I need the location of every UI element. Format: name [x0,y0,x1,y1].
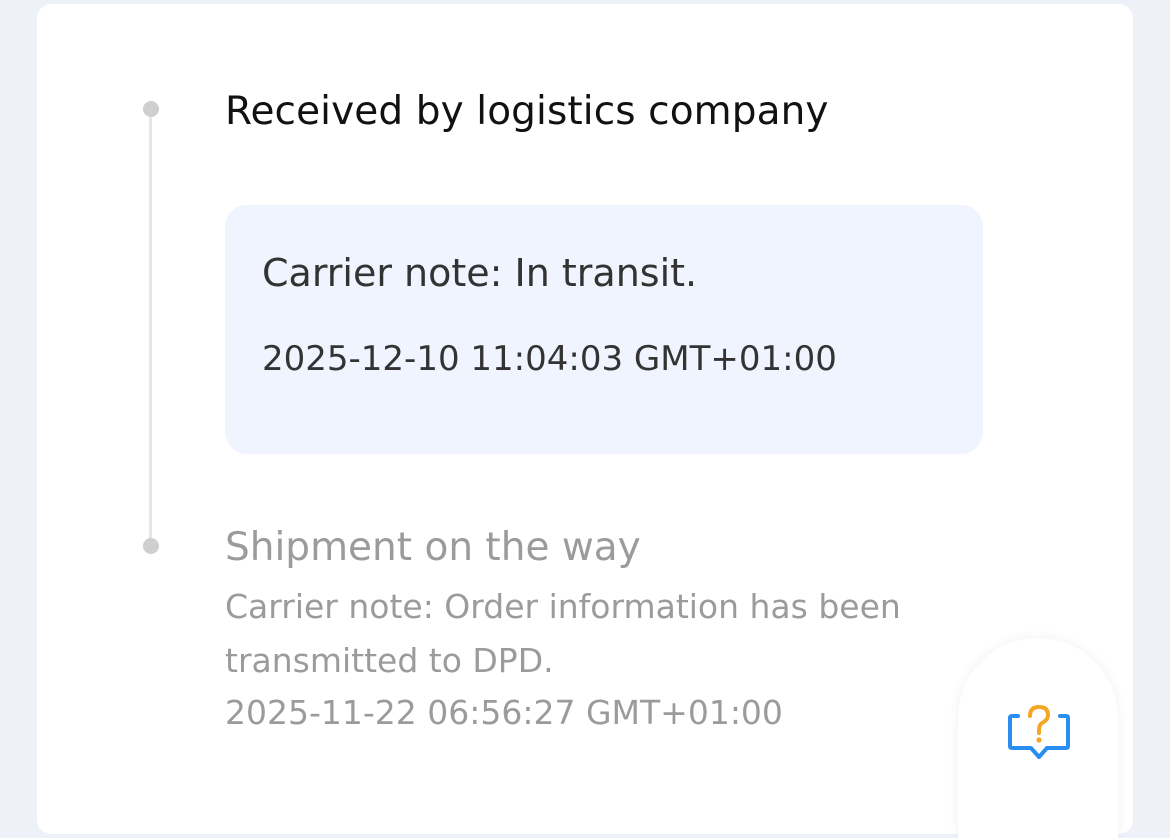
carrier-note-box [225,205,983,454]
timeline-line [149,112,152,544]
timeline-dot-shipment [143,538,159,554]
help-chat-icon[interactable] [1006,704,1072,764]
step-note-shipment: Carrier note: Order information has been… [225,587,901,680]
carrier-note-text: Carrier note: In transit. [262,251,698,295]
step-timestamp-shipment: 2025-11-22 06:56:27 GMT+01:00 [225,693,783,732]
step-title-received: Received by logistics company [225,89,829,134]
carrier-note-timestamp: 2025-12-10 11:04:03 GMT+01:00 [262,339,837,379]
timeline-dot-received [143,101,159,117]
step-title-shipment: Shipment on the way [225,525,641,570]
